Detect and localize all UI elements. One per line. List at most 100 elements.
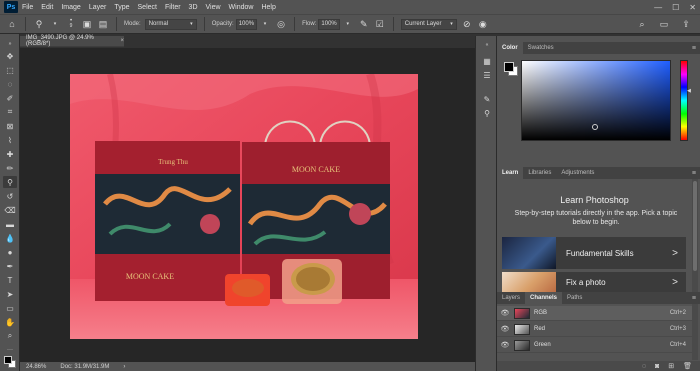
clone-stamp-tool-icon[interactable]: ⚲ xyxy=(3,176,17,188)
channel-name: Green xyxy=(534,342,551,348)
learn-card-fundamental-skills[interactable]: Fundamental Skills > xyxy=(502,237,686,269)
document-tab[interactable]: IMG_3490.JPG @ 24.9% (RGB/8*) × xyxy=(20,35,124,47)
scrollbar-thumb[interactable] xyxy=(693,181,697,271)
separator xyxy=(392,17,394,31)
mode-select[interactable]: Normal ▾ xyxy=(144,18,197,30)
pressure-size-icon[interactable]: ◉ xyxy=(477,18,489,30)
chevron-right-icon: > xyxy=(672,276,678,288)
crop-tool-icon[interactable]: ⌗ xyxy=(3,106,17,118)
new-channel-icon[interactable]: ⊞ xyxy=(668,362,674,370)
flow-input[interactable]: 100% xyxy=(318,18,340,30)
toggle-brush-panel-icon[interactable]: ▣ xyxy=(81,18,93,30)
brush-settings-icon[interactable]: ✎ xyxy=(480,94,494,104)
lasso-tool-icon[interactable]: ◌ xyxy=(3,78,17,90)
properties-panel-icon[interactable]: ☰ xyxy=(480,70,494,80)
quick-select-tool-icon[interactable]: ✐ xyxy=(3,92,17,104)
tab-color[interactable]: Color xyxy=(497,42,523,54)
eraser-tool-icon[interactable]: ⌫ xyxy=(3,204,17,216)
channel-row-red[interactable]: 👁 Red Ctrl+3 xyxy=(497,322,692,337)
menu-layer[interactable]: Layer xyxy=(89,4,107,11)
tab-swatches[interactable]: Swatches xyxy=(523,42,559,54)
foreground-color-swatch[interactable] xyxy=(4,356,12,364)
history-panel-icon[interactable]: ▦ xyxy=(480,56,494,66)
more-tools-icon[interactable]: ··· xyxy=(3,344,17,356)
path-selection-tool-icon[interactable]: ➤ xyxy=(3,288,17,300)
collapse-dock-icon[interactable]: « xyxy=(480,40,494,50)
clone-source-icon[interactable]: ⚲ xyxy=(480,108,494,118)
menu-help[interactable]: Help xyxy=(261,4,275,11)
menu-edit[interactable]: Edit xyxy=(41,4,53,11)
search-icon[interactable]: ⌕ xyxy=(636,18,648,30)
zoom-tool-icon[interactable]: ⌕ xyxy=(3,330,17,342)
stamp-tool-icon[interactable]: ⚲ xyxy=(33,18,45,30)
eyedropper-tool-icon[interactable]: ⌇ xyxy=(3,134,17,146)
tab-layers[interactable]: Layers xyxy=(497,292,525,304)
eye-icon[interactable]: 👁 xyxy=(499,309,511,317)
chevron-down-icon[interactable]: ▾ xyxy=(49,18,61,30)
menu-window[interactable]: Window xyxy=(229,4,254,11)
pressure-opacity-icon[interactable]: ◎ xyxy=(275,18,287,30)
aligned-checkbox-icon[interactable]: ☑ xyxy=(374,18,386,30)
collapse-toolbar-icon[interactable]: » xyxy=(3,38,17,50)
hand-tool-icon[interactable]: ✋ xyxy=(3,316,17,328)
color-picker-cursor[interactable] xyxy=(592,124,598,130)
dodge-tool-icon[interactable]: ● xyxy=(3,246,17,258)
menu-type[interactable]: Type xyxy=(114,4,129,11)
channel-row-rgb[interactable]: 👁 RGB Ctrl+2 xyxy=(497,306,692,321)
document-image[interactable]: Trung Thu MOON CAKE MOON CAKE xyxy=(70,74,418,339)
load-selection-icon[interactable]: ◌ xyxy=(642,363,646,370)
menu-view[interactable]: View xyxy=(206,4,221,11)
tab-learn[interactable]: Learn xyxy=(497,167,524,179)
eye-icon[interactable]: 👁 xyxy=(499,325,511,333)
sample-select[interactable]: Current Layer ▾ xyxy=(400,18,457,30)
pen-tool-icon[interactable]: ✒ xyxy=(3,260,17,272)
hue-slider[interactable] xyxy=(680,60,688,141)
healing-brush-tool-icon[interactable]: ✚ xyxy=(3,148,17,160)
minimize-button[interactable]: — xyxy=(654,3,662,12)
menu-select[interactable]: Select xyxy=(138,4,157,11)
tab-adjustments[interactable]: Adjustments xyxy=(556,167,599,179)
learn-scrollbar[interactable] xyxy=(692,179,698,292)
menu-3d[interactable]: 3D xyxy=(189,4,198,11)
brush-tool-icon[interactable]: ✏ xyxy=(3,162,17,174)
foreground-color-chip[interactable] xyxy=(504,62,514,72)
panel-menu-icon[interactable]: ≡ xyxy=(688,42,700,54)
channels-scrollbar[interactable] xyxy=(692,304,698,360)
zoom-level[interactable]: 24.86% xyxy=(26,364,46,370)
tab-libraries[interactable]: Libraries xyxy=(523,167,556,179)
delete-channel-icon[interactable]: 🗑 xyxy=(683,362,692,370)
move-tool-icon[interactable]: ✥ xyxy=(3,50,17,62)
rectangle-tool-icon[interactable]: ▭ xyxy=(3,302,17,314)
toggle-clone-source-icon[interactable]: ▤ xyxy=(97,18,109,30)
marquee-tool-icon[interactable]: ⬚ xyxy=(3,64,17,76)
maximize-button[interactable]: ☐ xyxy=(672,3,679,12)
panel-menu-icon[interactable]: ≡ xyxy=(688,292,700,304)
menu-filter[interactable]: Filter xyxy=(165,4,181,11)
type-tool-icon[interactable]: T xyxy=(3,274,17,286)
airbrush-icon[interactable]: ✎ xyxy=(358,18,370,30)
chevron-down-icon[interactable]: ▾ xyxy=(342,18,354,30)
workspace-icon[interactable]: ▭ xyxy=(658,18,670,30)
channel-row-green[interactable]: 👁 Green Ctrl+4 xyxy=(497,338,692,353)
history-brush-tool-icon[interactable]: ↺ xyxy=(3,190,17,202)
opacity-input[interactable]: 100% xyxy=(235,18,258,30)
tab-paths[interactable]: Paths xyxy=(562,292,587,304)
share-icon[interactable]: ⇪ xyxy=(680,18,692,30)
learn-card-fix-a-photo[interactable]: Fix a photo > xyxy=(502,272,686,292)
save-selection-icon[interactable]: ◙ xyxy=(655,363,659,370)
brush-size-picker[interactable]: • 9 xyxy=(65,18,77,30)
chevron-right-icon[interactable]: › xyxy=(123,364,125,370)
menu-file[interactable]: File xyxy=(22,4,33,11)
gradient-tool-icon[interactable]: ▬ xyxy=(3,218,17,230)
blur-tool-icon[interactable]: 💧 xyxy=(3,232,17,244)
close-tab-icon[interactable]: × xyxy=(120,38,124,44)
home-icon[interactable]: ⌂ xyxy=(6,18,18,30)
eye-icon[interactable]: 👁 xyxy=(499,341,511,349)
tab-channels[interactable]: Channels xyxy=(525,292,563,304)
panel-menu-icon[interactable]: ≡ xyxy=(688,167,700,179)
frame-tool-icon[interactable]: ⊠ xyxy=(3,120,17,132)
menu-image[interactable]: Image xyxy=(61,4,80,11)
ignore-adjustment-layers-icon[interactable]: ⊘ xyxy=(461,18,473,30)
close-window-button[interactable]: ✕ xyxy=(689,3,696,12)
chevron-down-icon[interactable]: ▾ xyxy=(259,18,271,30)
